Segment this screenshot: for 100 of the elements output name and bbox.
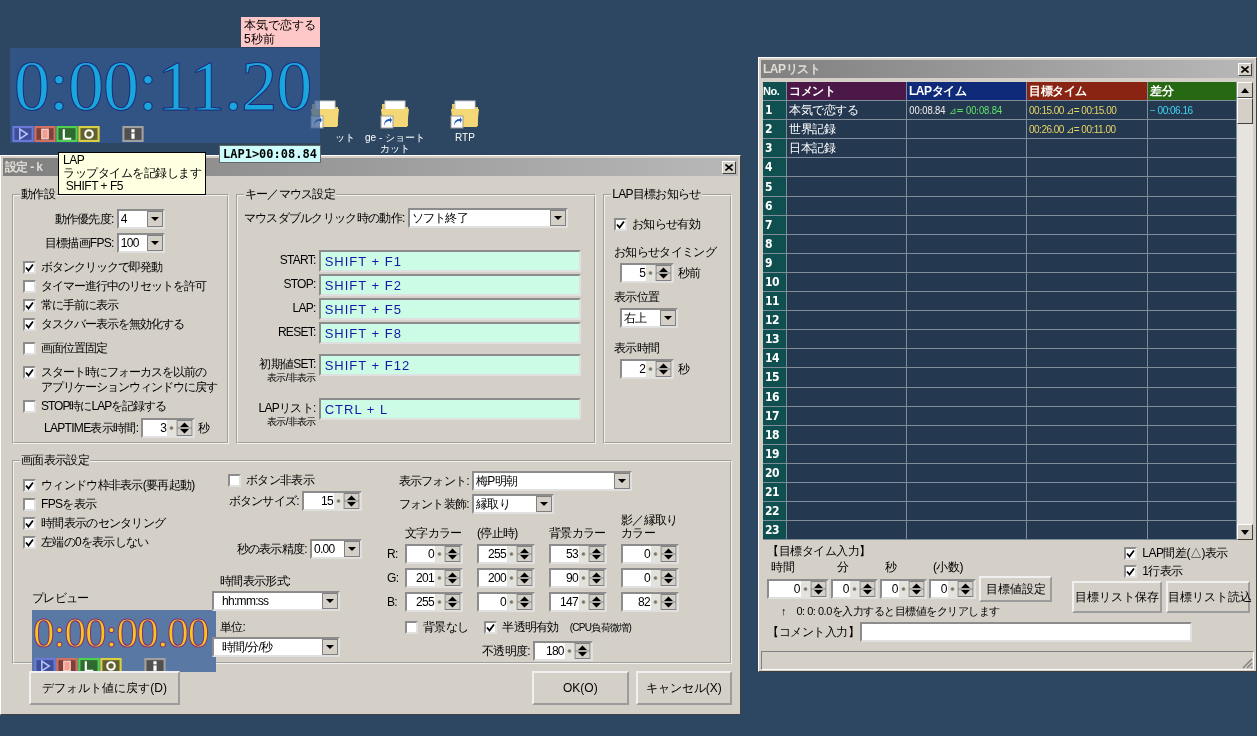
hotkey-field[interactable]: CTRL + L [318,398,581,420]
icon-label: ge - ショート [365,132,425,143]
hotkey-field[interactable]: SHIFT + F12 [318,354,581,376]
scroll-down-button[interactable] [1237,524,1253,541]
column-header[interactable]: No. [763,82,787,101]
spinner-arrows-icon[interactable] [646,361,673,377]
dropdown[interactable]: hh:mm:ss [212,591,340,611]
hotkey-field[interactable]: SHIFT + F8 [318,322,581,344]
spinner-arrows-icon[interactable] [948,581,974,598]
dropdown[interactable]: 梅P明朝 [472,471,632,491]
dropdown[interactable]: 時間/分/秒 [212,637,340,657]
spinner-field[interactable]: 82 [621,592,679,612]
lap-time-popup: LAP1>00:08.84 [219,145,321,163]
down-arrow-icon[interactable] [1241,529,1249,535]
spinner-field[interactable]: 3 [141,418,196,438]
spinner-field[interactable]: 15 [302,491,362,511]
button[interactable]: OK(O) [532,671,629,705]
column-header[interactable]: 目標タイム [1027,82,1148,101]
comment-input[interactable] [860,622,1192,643]
spinner-field[interactable]: 0 [880,579,927,600]
button[interactable]: 目標リスト保存 [1072,581,1162,614]
field-label: 分 [837,560,850,575]
column-header[interactable]: コメント [787,82,907,101]
set-target-button[interactable]: 目標値設定 [979,576,1052,603]
spinner-arrows-icon[interactable] [579,546,605,562]
column-header[interactable]: LAPタイム [907,82,1027,101]
up-arrow-icon[interactable] [1241,87,1249,93]
row-number: 15 [763,368,787,387]
checkbox[interactable] [23,400,36,413]
spinner-field[interactable]: 5 [620,263,675,283]
spinner-field[interactable]: 0 [621,568,679,588]
dropdown[interactable]: 右上 [620,308,679,328]
spinner-arrows-icon[interactable] [579,594,605,610]
stop-button[interactable] [34,126,56,142]
spinner-field[interactable]: 147 [549,592,607,612]
scroll-up-button[interactable] [1237,82,1253,98]
info-button[interactable] [122,126,144,142]
dropdown[interactable]: 縁取り [472,494,554,514]
button[interactable]: 目標リスト読込 [1166,581,1250,614]
hotkey-field[interactable]: SHIFT + F2 [318,274,581,296]
reset-button[interactable] [78,126,100,142]
spinner-arrows-icon[interactable] [435,546,461,562]
spinner-field[interactable]: 0 [831,579,878,600]
spinner-arrows-icon[interactable] [334,493,360,509]
spinner-arrows-icon[interactable] [651,546,677,562]
spinner-field[interactable]: 200 [477,568,535,588]
spinner-field[interactable]: 0 [767,579,829,600]
spinner-field[interactable]: 0 [405,544,463,564]
hotkey-field[interactable]: SHIFT + F5 [318,298,581,320]
spinner-arrows-icon[interactable] [507,546,533,562]
dropdown[interactable]: 0.00 [310,539,362,559]
spinner-arrows-icon[interactable] [435,594,461,610]
spinner-arrows-icon[interactable] [850,581,876,598]
scrollbar-thumb[interactable] [1237,98,1253,124]
spinner-field[interactable]: 201 [405,568,463,588]
checkbox[interactable] [228,474,242,487]
checkbox-label: 常に手前に表示 [41,298,118,313]
lap-button[interactable] [56,126,78,142]
spinner-field[interactable]: 0 [477,592,535,612]
spinner-arrows-icon[interactable] [435,570,461,586]
field-label: 【コメント入力】 [767,623,859,641]
checkbox[interactable] [23,498,36,511]
spinner-arrows-icon[interactable] [651,570,677,586]
spinner-field[interactable]: 255 [405,592,463,612]
resize-grip-icon[interactable] [1241,657,1253,670]
dropdown[interactable]: ソフト終了 [407,208,568,228]
column-header[interactable]: 差分 [1148,82,1237,101]
column-label: 文字カラー [405,527,463,540]
spinner-arrows-icon[interactable] [899,581,925,598]
hotkey-field[interactable]: SHIFT + F1 [318,250,581,272]
dropdown[interactable]: 4 [116,209,165,229]
column-label: カラー [621,527,656,540]
spinner-arrows-icon[interactable] [167,420,194,436]
spinner-field[interactable]: 53 [549,544,607,564]
spinner-field[interactable]: 2 [620,359,675,379]
checkbox-label: タイマー進行中のリセットを許可 [41,279,206,294]
column-label: 背景カラー [549,527,607,540]
spinner-field[interactable]: 0 [621,544,679,564]
spinner-field[interactable]: 0 [929,579,976,600]
button[interactable]: キャンセル(X) [635,671,732,705]
checkbox[interactable] [23,342,36,355]
spinner-field[interactable]: 90 [549,568,607,588]
checkbox[interactable] [405,621,418,634]
row-number: 2 [763,120,787,139]
checkbox[interactable] [23,280,36,293]
checkbox-label: タスクバー表示を無効化する [41,317,184,332]
dropdown[interactable]: 100 [116,233,165,253]
spinner-arrows-icon[interactable] [507,570,533,586]
checkbox-label: STOP時にLAPを記録する [41,399,167,414]
play-button[interactable] [12,126,34,142]
spinner-field[interactable]: 255 [477,544,535,564]
spinner-arrows-icon[interactable] [579,570,605,586]
spinner-arrows-icon[interactable] [507,594,533,610]
spinner-field[interactable]: 180 [532,641,593,661]
spinner-arrows-icon[interactable] [651,594,677,610]
spinner-arrows-icon[interactable] [646,265,673,281]
spinner-arrows-icon[interactable] [564,643,591,659]
button[interactable]: デフォルト値に戻す(D) [29,671,181,705]
spinner-arrows-icon[interactable] [801,581,827,598]
icon-label: ット [335,132,355,143]
